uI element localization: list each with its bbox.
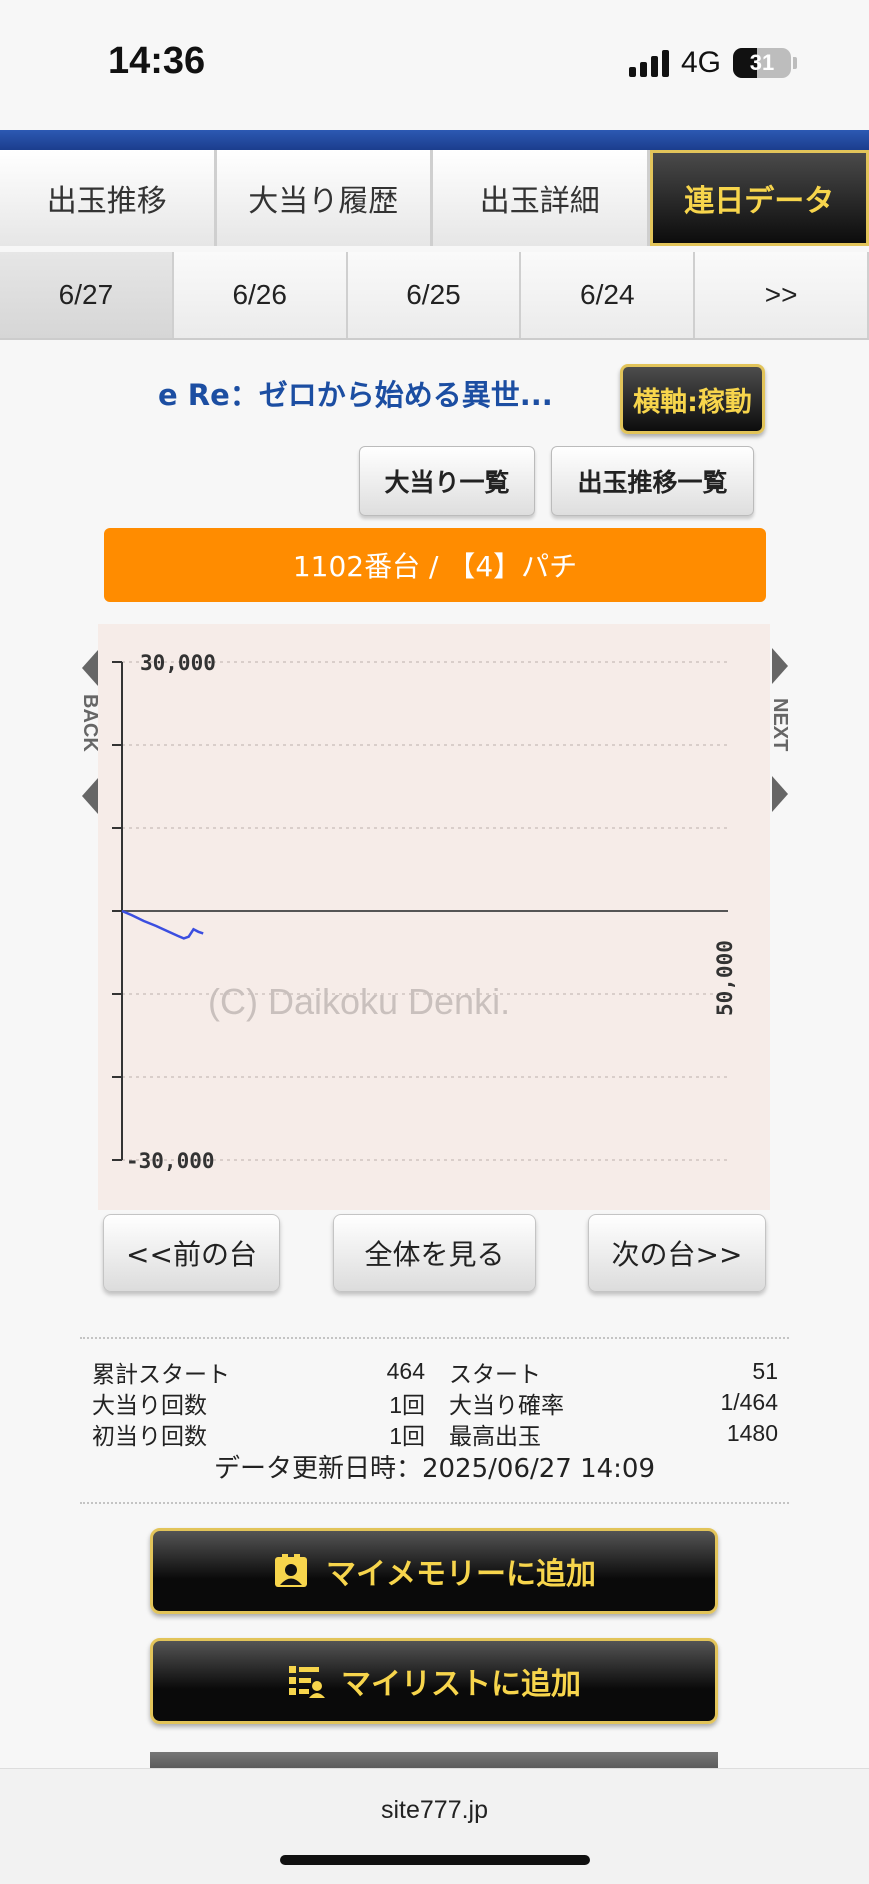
y-label-top: 30,000	[140, 651, 216, 675]
series-line	[121, 909, 204, 940]
stat-value: 1回	[389, 1422, 425, 1449]
updated-timestamp: データ更新日時：2025/06/27 14:09	[213, 1454, 656, 1484]
back-arrow-up	[82, 650, 98, 686]
stat-value: 1/464	[720, 1389, 778, 1415]
chart-svg: (C) Daikoku Denki. 30,000 -30,000 50,000	[112, 651, 737, 1173]
payout-chart: (C) Daikoku Denki. 30,000 -30,000 50,000	[98, 624, 770, 1210]
status-time: 14:36	[108, 40, 206, 82]
tab-jackpot-history[interactable]: 大当り履歴	[216, 150, 433, 246]
date-tab[interactable]: 6/26	[173, 252, 348, 338]
stat-label: 大当り確率	[449, 1392, 564, 1419]
memory-icon	[275, 1554, 307, 1587]
next-arrow-down	[772, 776, 788, 812]
tab-payout-detail[interactable]: 出玉詳細	[433, 150, 650, 246]
chart-watermark: (C) Daikoku Denki.	[208, 981, 510, 1022]
add-list-label: マイリストに追加	[341, 1667, 581, 1702]
axis-toggle-button[interactable]: 横軸:稼動	[620, 364, 765, 434]
stat-label: 初当り回数	[92, 1423, 207, 1450]
next-arrow-up	[772, 648, 788, 684]
battery-level: 31	[749, 50, 775, 75]
date-tab[interactable]: 6/25	[347, 252, 522, 338]
stats-table: 累計スタート 464 スタート 51 大当り回数 1回 大当り確率 1/464 …	[92, 1356, 778, 1450]
battery-tip	[793, 57, 797, 69]
date-tab[interactable]: 6/27	[0, 252, 174, 338]
add-memory-label: マイメモリーに追加	[326, 1557, 596, 1592]
stat-label: 累計スタート	[92, 1361, 230, 1388]
header-stripe	[0, 130, 869, 150]
next-unit-button[interactable]: 次の台>>	[588, 1214, 766, 1292]
status-indicators: 4G 31	[628, 46, 797, 80]
x-end-label: 50,000	[713, 940, 737, 1016]
stat-value: 51	[752, 1358, 778, 1384]
add-memory-button[interactable]: マイメモリーに追加	[150, 1528, 718, 1614]
view-all-button[interactable]: 全体を見る	[333, 1214, 536, 1292]
machine-title: e Re：ゼロから始める異世...	[158, 378, 553, 412]
back-arrow-down	[82, 778, 98, 814]
battery-icon: 31	[733, 48, 791, 78]
trend-list-button[interactable]: 出玉推移一覧	[551, 446, 754, 516]
next-arrow-icon[interactable]: NEXT	[768, 646, 792, 816]
home-indicator[interactable]	[280, 1855, 590, 1865]
add-list-button[interactable]: マイリストに追加	[150, 1638, 718, 1724]
stat-label: 最高出玉	[449, 1423, 541, 1450]
tab-daily-data[interactable]: 連日データ	[649, 150, 869, 246]
date-tabs: 6/27 6/26 6/25 6/24 >>	[0, 252, 869, 340]
divider	[80, 1337, 789, 1339]
stat-value: 1480	[726, 1420, 778, 1446]
y-label-bottom: -30,000	[126, 1149, 215, 1173]
list-icon	[289, 1666, 325, 1698]
date-tab[interactable]: 6/24	[521, 252, 696, 338]
divider	[80, 1502, 789, 1504]
stat-value: 1回	[389, 1391, 425, 1418]
stat-row: 大当り回数 1回 大当り確率 1/464	[92, 1387, 778, 1419]
network-label: 4G	[680, 46, 721, 79]
prev-unit-button[interactable]: <<前の台	[103, 1214, 280, 1292]
main-tabs: 出玉推移 大当り履歴 出玉詳細 連日データ	[0, 150, 869, 246]
stat-value: 464	[386, 1358, 425, 1384]
stat-row: 累計スタート 464 スタート 51	[92, 1356, 778, 1388]
browser-bottom-bar	[0, 1768, 869, 1884]
stat-label: 大当り回数	[92, 1392, 207, 1419]
url-label[interactable]: site777.jp	[0, 1796, 869, 1825]
unit-banner: 1102番台 / 【4】パチ	[104, 528, 766, 602]
status-bar: 14:36 4G 31	[0, 0, 869, 130]
stat-label: スタート	[449, 1361, 541, 1388]
next-label: NEXT	[769, 698, 791, 751]
date-more-button[interactable]: >>	[695, 252, 869, 338]
jackpot-list-button[interactable]: 大当り一覧	[359, 446, 535, 516]
signal-icon	[628, 49, 669, 77]
tab-payout-trend[interactable]: 出玉推移	[0, 150, 217, 246]
stat-row: 初当り回数 1回 最高出玉 1480	[92, 1418, 778, 1450]
